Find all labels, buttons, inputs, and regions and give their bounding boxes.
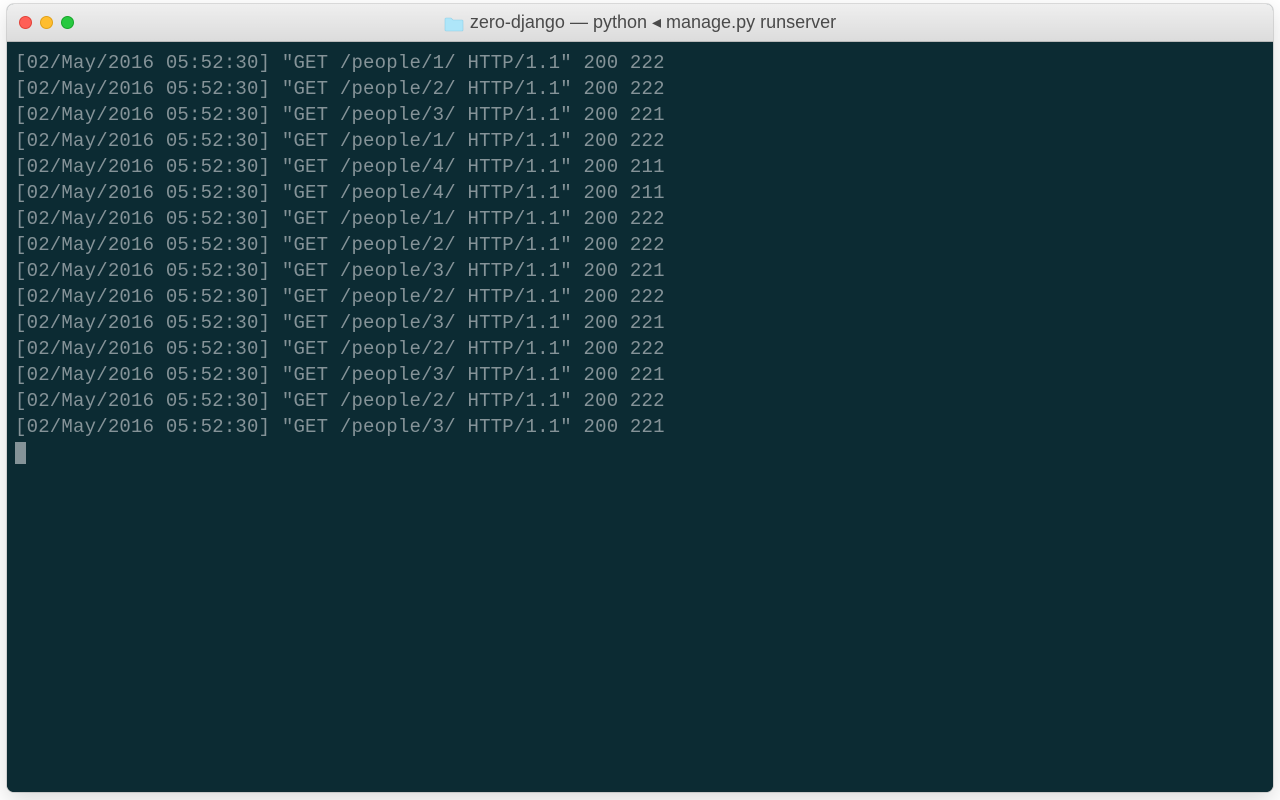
log-line: [02/May/2016 05:52:30] "GET /people/3/ H… — [15, 414, 1265, 440]
log-line: [02/May/2016 05:52:30] "GET /people/3/ H… — [15, 310, 1265, 336]
terminal-body[interactable]: [02/May/2016 05:52:30] "GET /people/1/ H… — [7, 42, 1273, 792]
close-button[interactable] — [19, 16, 32, 29]
log-line: [02/May/2016 05:52:30] "GET /people/1/ H… — [15, 206, 1265, 232]
log-line: [02/May/2016 05:52:30] "GET /people/1/ H… — [15, 128, 1265, 154]
log-line: [02/May/2016 05:52:30] "GET /people/2/ H… — [15, 76, 1265, 102]
log-line: [02/May/2016 05:52:30] "GET /people/4/ H… — [15, 154, 1265, 180]
log-line: [02/May/2016 05:52:30] "GET /people/1/ H… — [15, 50, 1265, 76]
log-line: [02/May/2016 05:52:30] "GET /people/3/ H… — [15, 258, 1265, 284]
traffic-lights — [7, 16, 74, 29]
title-center: zero-django — python ◂ manage.py runserv… — [7, 12, 1273, 33]
log-line: [02/May/2016 05:52:30] "GET /people/2/ H… — [15, 284, 1265, 310]
log-line: [02/May/2016 05:52:30] "GET /people/3/ H… — [15, 362, 1265, 388]
cursor-line — [15, 440, 1265, 466]
log-line: [02/May/2016 05:52:30] "GET /people/4/ H… — [15, 180, 1265, 206]
log-line: [02/May/2016 05:52:30] "GET /people/2/ H… — [15, 232, 1265, 258]
cursor — [15, 442, 26, 464]
titlebar[interactable]: zero-django — python ◂ manage.py runserv… — [7, 4, 1273, 42]
minimize-button[interactable] — [40, 16, 53, 29]
log-line: [02/May/2016 05:52:30] "GET /people/2/ H… — [15, 336, 1265, 362]
folder-icon — [444, 16, 462, 30]
window-title: zero-django — python ◂ manage.py runserv… — [470, 12, 836, 33]
log-line: [02/May/2016 05:52:30] "GET /people/3/ H… — [15, 102, 1265, 128]
maximize-button[interactable] — [61, 16, 74, 29]
log-line: [02/May/2016 05:52:30] "GET /people/2/ H… — [15, 388, 1265, 414]
terminal-window: zero-django — python ◂ manage.py runserv… — [7, 4, 1273, 792]
